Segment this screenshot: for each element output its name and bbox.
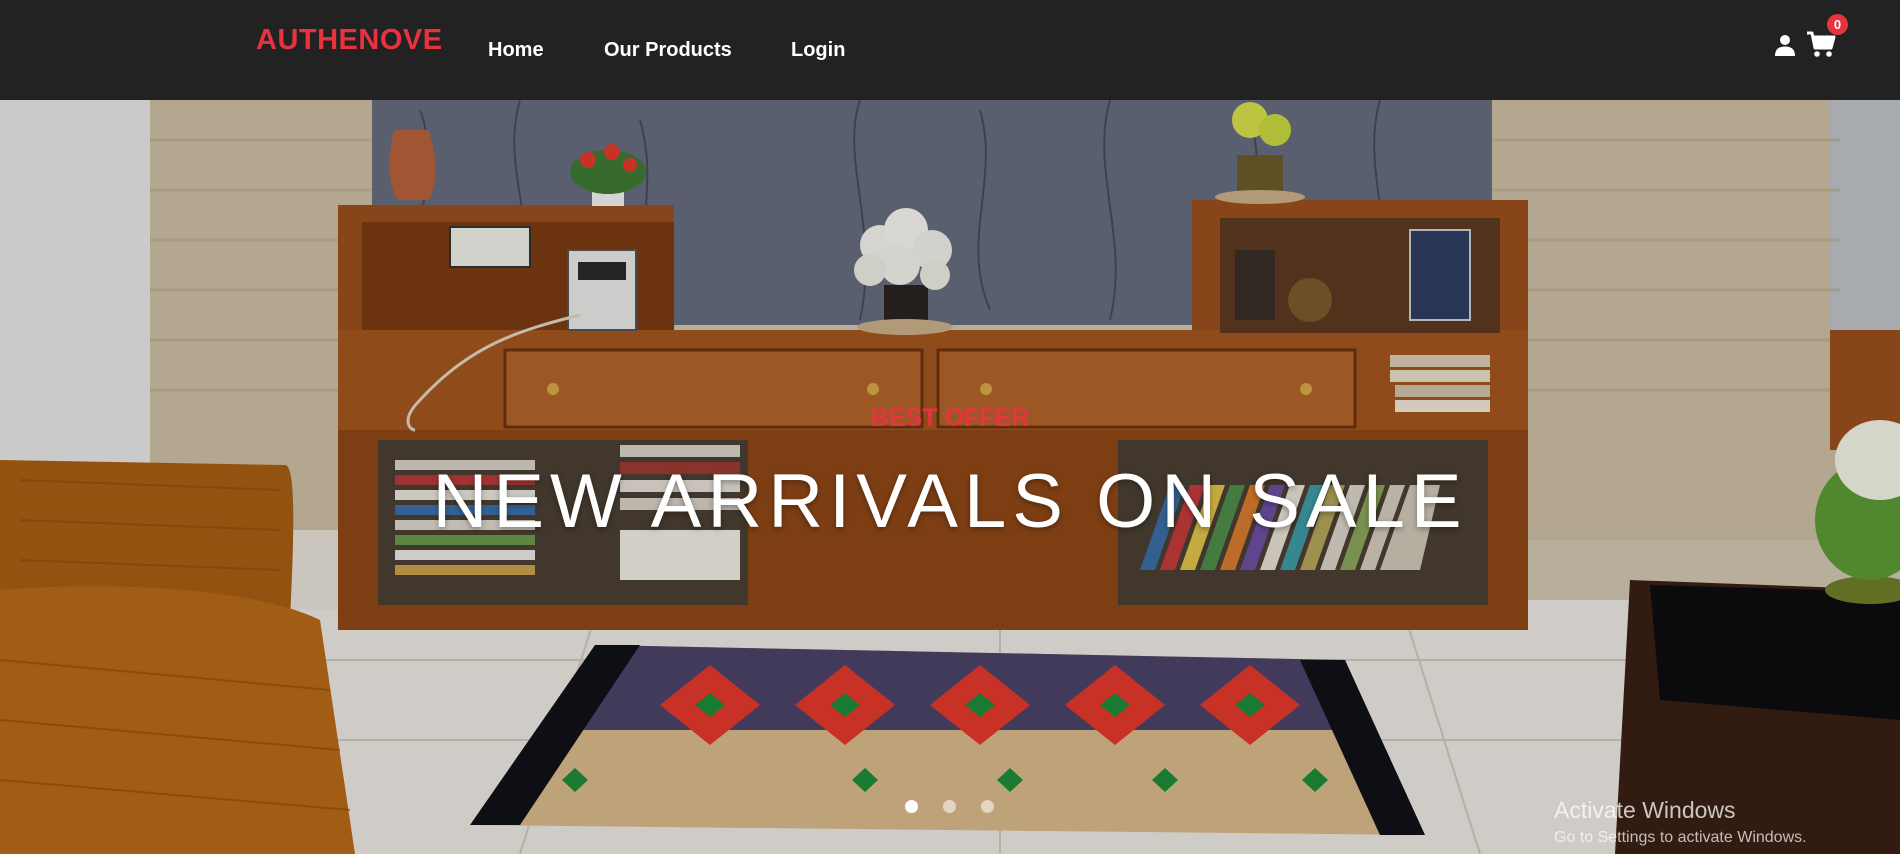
brand-logo[interactable]: AUTHENOVE <box>256 24 443 57</box>
carousel-dot-1[interactable] <box>905 800 918 813</box>
user-icon[interactable] <box>1773 33 1797 57</box>
nav-login[interactable]: Login <box>791 39 845 62</box>
carousel-dot-2[interactable] <box>943 800 956 813</box>
hero-title: NEW ARRIVALS ON SALE <box>432 459 1468 544</box>
hero-carousel: BEST OFFER NEW ARRIVALS ON SALE Activate… <box>0 100 1900 854</box>
cart-count-badge: 0 <box>1827 14 1848 35</box>
nav-home[interactable]: Home <box>488 39 544 62</box>
shopping-cart-icon[interactable] <box>1806 31 1836 59</box>
windows-activation-subtitle: Go to Settings to activate Windows. <box>1554 829 1807 846</box>
hero-kicker: BEST OFFER <box>870 404 1030 432</box>
nav-our-products[interactable]: Our Products <box>604 39 732 62</box>
carousel-dot-3[interactable] <box>981 800 994 813</box>
navbar: AUTHENOVE Home Our Products Login 0 <box>0 0 1900 100</box>
windows-activation-title: Activate Windows <box>1554 797 1736 823</box>
